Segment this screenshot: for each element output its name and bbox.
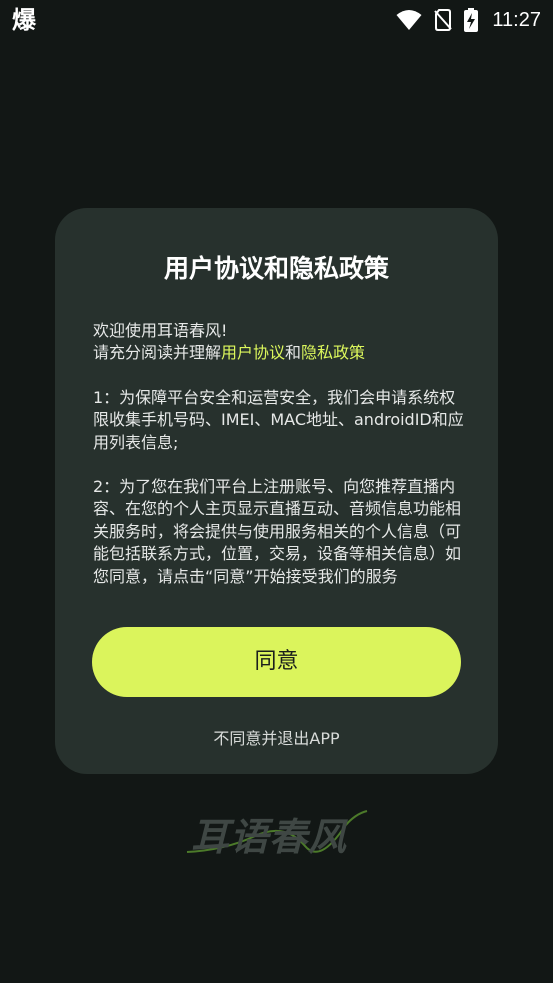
battery-charging-icon — [464, 8, 479, 32]
read-instruction: 请充分阅读并理解用户协议和隐私政策 — [93, 342, 465, 364]
permission-point-1: 1：为保障平台安全和运营安全，我们会申请系统权限收集手机号码、IMEI、MAC地… — [93, 387, 464, 452]
agreement-dialog: 用户协议和隐私政策 欢迎使用耳语春风! 请充分阅读并理解用户协议和隐私政策 1：… — [55, 208, 498, 774]
app-logo: 耳语春风 — [185, 806, 370, 866]
status-bar: 爆 11:27 — [0, 0, 553, 40]
read-prefix: 请充分阅读并理解 — [93, 343, 222, 363]
permission-point-2: 2：为了您在我们平台上注册账号、向您推荐直播内容、在您的个人主页显示直播互动、音… — [93, 477, 462, 586]
welcome-text: 欢迎使用耳语春风! — [93, 321, 228, 340]
app-notification-icon: 爆 — [12, 6, 36, 34]
status-time: 11:27 — [492, 8, 541, 31]
user-agreement-link[interactable]: 用户协议 — [221, 343, 285, 362]
wifi-icon — [396, 9, 422, 31]
no-sim-icon — [434, 9, 453, 31]
dialog-title: 用户协议和隐私政策 — [163, 254, 389, 283]
privacy-policy-link[interactable]: 隐私政策 — [301, 343, 365, 362]
screen: 爆 11:27 用户协议和隐私政策 欢迎使用耳语春风! 请充分阅读并理解用户协议… — [0, 0, 553, 983]
status-icons: 11:27 — [396, 5, 541, 35]
agree-button[interactable]: 同意 — [92, 627, 461, 697]
disagree-exit-link[interactable]: 不同意并退出APP — [55, 727, 498, 751]
logo-text: 耳语春风 — [191, 815, 348, 859]
and-text: 和 — [285, 343, 302, 363]
dialog-body: 欢迎使用耳语春风! 请充分阅读并理解用户协议和隐私政策 1：为保障平台安全和运营… — [93, 320, 465, 588]
